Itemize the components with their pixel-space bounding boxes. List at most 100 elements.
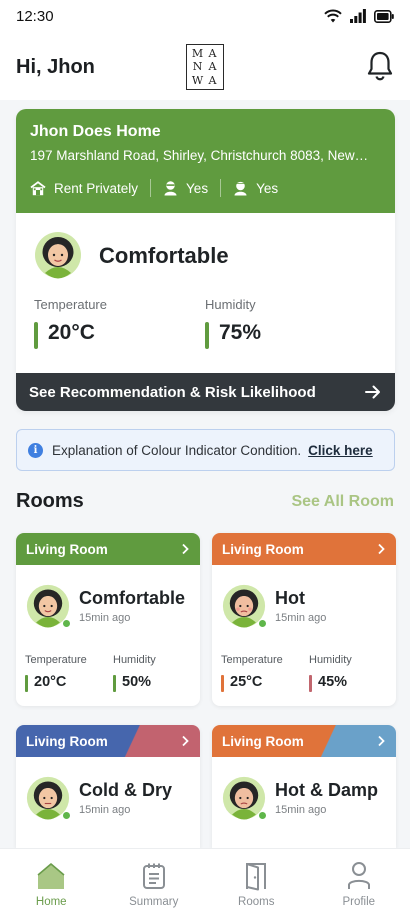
humidity-text: 75% xyxy=(219,321,262,344)
temperature-value: 20°C xyxy=(25,674,67,692)
notepad-icon xyxy=(139,861,169,891)
temperature-text: 20°C xyxy=(34,674,67,690)
nav-rooms[interactable]: Rooms xyxy=(205,849,308,918)
home-card-header: Jhon Does Home 197 Marshland Road, Shirl… xyxy=(16,109,395,213)
user-icon xyxy=(344,861,374,891)
status-icons xyxy=(324,9,394,23)
logo-letter: A xyxy=(208,47,217,61)
indicator-bar xyxy=(309,675,312,692)
rooms-title: Rooms xyxy=(16,490,84,512)
room-card[interactable]: Living Room Cold & Dry 15min ago xyxy=(16,725,200,848)
house-icon xyxy=(30,180,46,195)
room-condition: Cold & Dry xyxy=(79,780,173,800)
cta-label: See Recommendation & Risk Likelihood xyxy=(29,383,316,401)
room-avatar xyxy=(26,583,71,629)
indicator-bar xyxy=(25,675,28,692)
see-all-rooms-link[interactable]: See All Room xyxy=(291,493,394,511)
room-condition: Hot & Damp xyxy=(275,780,378,800)
humidity-value: 45% xyxy=(309,674,348,692)
temperature-label: Temperature xyxy=(25,654,87,666)
info-banner: i Explanation of Colour Indicator Condit… xyxy=(16,429,395,471)
home-condition: Comfortable xyxy=(99,243,229,268)
temperature-value: 20°C xyxy=(34,321,95,349)
bell-icon[interactable] xyxy=(366,50,394,82)
indicator-bar xyxy=(34,322,38,349)
humidity-label: Humidity xyxy=(309,654,352,666)
bottom-nav: Home Summary Rooms Profile xyxy=(0,848,410,918)
indicator-bar xyxy=(113,675,116,692)
room-name: Living Room xyxy=(26,733,108,749)
divider xyxy=(150,179,152,197)
status-time: 12:30 xyxy=(16,8,54,25)
logo-letter: N xyxy=(192,60,203,74)
nav-summary[interactable]: Summary xyxy=(103,849,206,918)
online-indicator xyxy=(258,811,267,820)
humidity-text: 45% xyxy=(318,674,348,690)
person-icon xyxy=(164,181,177,196)
tag-label: Yes xyxy=(256,180,279,196)
logo-letter: A xyxy=(208,73,217,87)
tag-occupant: Yes xyxy=(163,180,208,196)
home-icon xyxy=(36,861,66,891)
nav-profile[interactable]: Profile xyxy=(308,849,410,918)
room-updated-time: 15min ago xyxy=(79,804,131,816)
indicator-bar xyxy=(221,675,224,692)
room-name: Living Room xyxy=(222,541,304,557)
room-avatar xyxy=(222,583,267,629)
temperature-label: Temperature xyxy=(221,654,283,666)
room-card[interactable]: Living Room Hot 15min ago Temperature Hu… xyxy=(212,533,396,706)
temperature-value: 25°C xyxy=(221,674,262,692)
room-card[interactable]: Living Room Comfortable 15min ago Temper… xyxy=(16,533,200,706)
avatar xyxy=(35,232,81,279)
signal-icon xyxy=(350,9,366,23)
room-updated-time: 15min ago xyxy=(275,612,327,624)
home-card[interactable]: Jhon Does Home 197 Marshland Road, Shirl… xyxy=(16,109,395,411)
online-indicator xyxy=(258,619,267,628)
temperature-label: Temperature xyxy=(34,297,107,312)
logo-letter: W xyxy=(191,73,204,87)
room-card-header: Living Room xyxy=(16,725,200,757)
greeting: Hi, Jhon xyxy=(16,56,95,78)
room-updated-time: 15min ago xyxy=(79,612,131,624)
app-header: Hi, Jhon M A N A W A xyxy=(0,34,410,100)
chevron-right-icon xyxy=(378,735,385,747)
room-name: Living Room xyxy=(26,541,108,557)
humidity-label: Humidity xyxy=(205,297,256,312)
click-here-link[interactable]: Click here xyxy=(308,443,373,458)
wifi-icon xyxy=(324,9,342,23)
chevron-right-icon xyxy=(182,735,189,747)
tag-label: Yes xyxy=(186,180,209,196)
door-icon xyxy=(241,861,271,891)
tag-tenancy: Rent Privately xyxy=(30,181,138,196)
home-name: Jhon Does Home xyxy=(30,123,161,140)
room-name: Living Room xyxy=(222,733,304,749)
humidity-label: Humidity xyxy=(113,654,156,666)
nav-label: Summary xyxy=(129,896,179,908)
tag-label: Rent Privately xyxy=(54,180,139,196)
arrow-right-icon xyxy=(365,385,380,399)
status-bar: 12:30 xyxy=(0,0,410,34)
online-indicator xyxy=(62,811,71,820)
humidity-value: 75% xyxy=(205,321,262,349)
info-icon: i xyxy=(28,442,43,458)
tag-occupant: Yes xyxy=(233,180,278,196)
person-icon xyxy=(234,181,247,196)
home-tags: Rent Privately Yes Yes xyxy=(30,179,381,197)
online-indicator xyxy=(62,619,71,628)
home-card-body: Comfortable Temperature 20°C Humidity 75… xyxy=(16,213,395,373)
room-avatar xyxy=(222,775,267,821)
room-avatar xyxy=(26,775,71,821)
room-condition: Hot xyxy=(275,588,305,608)
see-recommendation-button[interactable]: See Recommendation & Risk Likelihood xyxy=(16,373,395,411)
room-card-header: Living Room xyxy=(212,725,396,757)
room-updated-time: 15min ago xyxy=(275,804,327,816)
nav-label: Rooms xyxy=(238,896,275,908)
chevron-right-icon xyxy=(182,543,189,555)
room-card[interactable]: Living Room Hot & Damp 15min ago xyxy=(212,725,396,848)
manawa-logo[interactable]: M A N A W A xyxy=(186,44,224,90)
temperature-text: 20°C xyxy=(48,321,95,344)
room-card-header: Living Room xyxy=(212,533,396,565)
room-condition: Comfortable xyxy=(79,588,186,608)
info-text: Explanation of Colour Indicator Conditio… xyxy=(52,442,302,458)
nav-home[interactable]: Home xyxy=(0,849,103,918)
